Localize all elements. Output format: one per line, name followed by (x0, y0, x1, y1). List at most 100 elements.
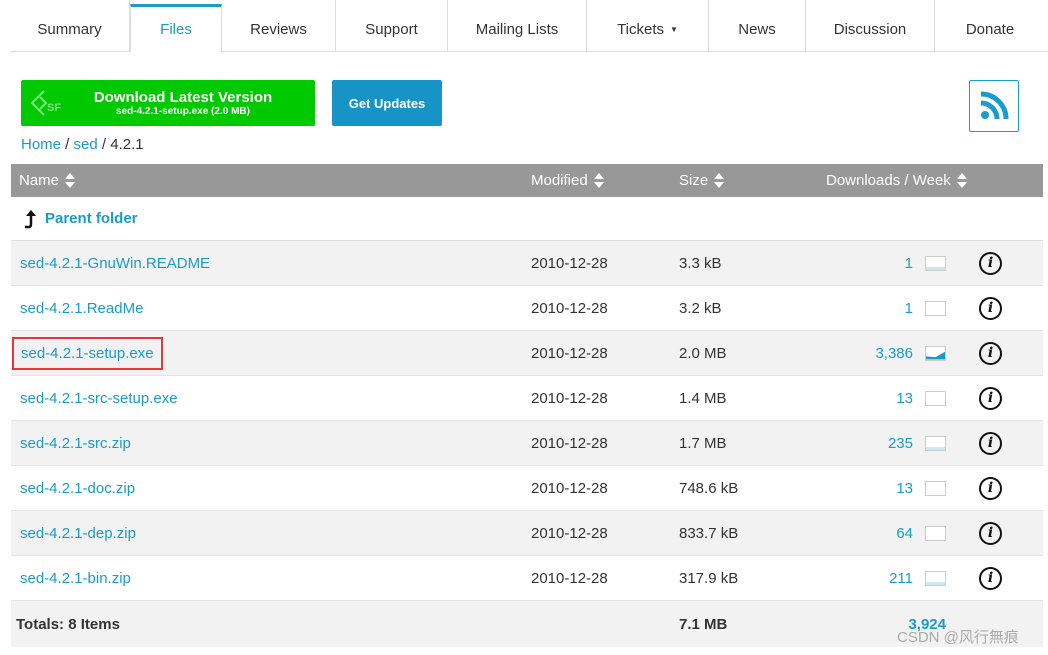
downloads-count[interactable]: 1 (905, 300, 913, 317)
modified-date: 2010-12-28 (531, 389, 608, 407)
file-size: 3.2 kB (679, 299, 722, 317)
file-size: 3.3 kB (679, 254, 722, 272)
modified-date: 2010-12-28 (531, 434, 608, 452)
column-header-name-label: Name (19, 172, 60, 189)
sparkline-chart (925, 300, 946, 316)
tab-reviews[interactable]: Reviews (222, 0, 336, 52)
get-updates-button[interactable]: Get Updates (332, 80, 442, 126)
column-header-downloads-label: Downloads / Week (826, 172, 951, 189)
tab-support[interactable]: Support (336, 0, 448, 52)
breadcrumb: Home / sed / 4.2.1 (21, 136, 144, 153)
breadcrumb-project[interactable]: sed (74, 136, 98, 153)
sourceforge-logo-icon: SF (21, 80, 71, 126)
totals-label: Totals: 8 Items (16, 615, 120, 633)
tab-donate[interactable]: Donate (935, 0, 1045, 52)
info-icon[interactable]: i (979, 296, 1002, 320)
file-link[interactable]: sed-4.2.1.ReadMe (20, 300, 143, 317)
tab-news-label: News (738, 20, 776, 38)
sort-icon (65, 172, 76, 189)
modified-date: 2010-12-28 (531, 299, 608, 317)
table-row: sed-4.2.1-GnuWin.README 2010-12-28 3.3 k… (11, 241, 1043, 286)
file-size: 317.9 kB (679, 569, 739, 587)
downloads-count[interactable]: 13 (896, 480, 913, 497)
tab-summary[interactable]: Summary (10, 0, 130, 52)
sparkline-chart (925, 480, 946, 496)
column-header-downloads[interactable]: Downloads / Week (826, 164, 967, 197)
modified-date: 2010-12-28 (531, 524, 608, 542)
file-link[interactable]: sed-4.2.1-bin.zip (20, 570, 131, 587)
breadcrumb-separator: / (61, 136, 74, 153)
info-icon[interactable]: i (979, 386, 1002, 410)
column-header-size[interactable]: Size (679, 164, 725, 197)
rss-icon (980, 91, 1009, 120)
watermark: CSDN @风行無痕 (897, 629, 1019, 646)
info-icon[interactable]: i (979, 476, 1002, 500)
downloads-count[interactable]: 3,386 (875, 345, 913, 362)
file-link[interactable]: sed-4.2.1-src-setup.exe (20, 390, 178, 407)
column-header-name[interactable]: Name (19, 164, 76, 197)
downloads-count[interactable]: 235 (888, 435, 913, 452)
download-subtitle: sed-4.2.1-setup.exe (2.0 MB) (116, 105, 250, 117)
info-icon[interactable]: i (979, 431, 1002, 455)
parent-folder-link[interactable]: Parent folder (23, 209, 138, 229)
info-icon[interactable]: i (979, 251, 1002, 275)
file-link-highlighted[interactable]: sed-4.2.1-setup.exe (12, 336, 163, 370)
parent-folder-row: Parent folder (11, 197, 1043, 241)
tab-reviews-label: Reviews (250, 20, 307, 38)
up-arrow-icon (25, 209, 36, 228)
tab-summary-label: Summary (37, 20, 102, 38)
sparkline-chart (925, 570, 946, 586)
rss-feed-button[interactable] (969, 80, 1019, 132)
downloads-count[interactable]: 211 (889, 570, 913, 587)
modified-date: 2010-12-28 (531, 479, 608, 497)
breadcrumb-current: 4.2.1 (110, 136, 144, 153)
table-header: Name Modified Size Downloads / Week (11, 164, 1043, 197)
table-row: sed-4.2.1-bin.zip 2010-12-28 317.9 kB 21… (11, 556, 1043, 601)
tab-donate-label: Donate (965, 20, 1015, 38)
file-size: 1.7 MB (679, 434, 727, 452)
file-size: 1.4 MB (679, 389, 727, 407)
table-row: sed-4.2.1-setup.exe 2010-12-28 2.0 MB 3,… (11, 331, 1043, 376)
column-header-modified[interactable]: Modified (531, 164, 604, 197)
info-icon[interactable]: i (979, 521, 1002, 545)
sparkline-chart (925, 255, 946, 271)
tab-mailing-lists[interactable]: Mailing Lists (448, 0, 587, 52)
info-icon[interactable]: i (979, 566, 1002, 590)
table-row: sed-4.2.1-dep.zip 2010-12-28 833.7 kB 64… (11, 511, 1043, 556)
totals-row: Totals: 8 Items 7.1 MB 3,924 (11, 601, 1043, 647)
sparkline-chart (925, 390, 946, 406)
tab-news[interactable]: News (709, 0, 806, 52)
file-link[interactable]: sed-4.2.1-GnuWin.README (20, 255, 210, 272)
tab-mailing-lists-label: Mailing Lists (475, 20, 559, 38)
sparkline-chart (925, 435, 946, 451)
downloads-count[interactable]: 1 (905, 255, 913, 272)
modified-date: 2010-12-28 (531, 344, 608, 362)
sparkline-chart (925, 525, 946, 541)
download-latest-button[interactable]: SF Download Latest Version sed-4.2.1-set… (21, 80, 315, 126)
sort-icon (593, 172, 604, 189)
file-size: 2.0 MB (679, 344, 727, 362)
breadcrumb-home[interactable]: Home (21, 136, 61, 153)
tab-files[interactable]: Files (130, 4, 222, 53)
modified-date: 2010-12-28 (531, 569, 608, 587)
info-icon[interactable]: i (979, 341, 1002, 365)
parent-folder-label: Parent folder (45, 210, 138, 227)
column-header-size-label: Size (679, 172, 709, 189)
breadcrumb-separator: / (97, 136, 111, 153)
downloads-count[interactable]: 64 (896, 525, 913, 542)
file-link[interactable]: sed-4.2.1-dep.zip (20, 525, 136, 542)
tab-support-label: Support (365, 20, 418, 38)
download-title: Download Latest Version (93, 88, 273, 106)
table-row: sed-4.2.1-src.zip 2010-12-28 1.7 MB 235 … (11, 421, 1043, 466)
column-header-modified-label: Modified (531, 172, 588, 189)
tab-tickets[interactable]: Tickets ▼ (587, 0, 709, 52)
file-size: 748.6 kB (679, 479, 739, 497)
tab-discussion[interactable]: Discussion (806, 0, 935, 52)
downloads-count[interactable]: 13 (896, 390, 913, 407)
tab-tickets-label: Tickets (617, 20, 665, 38)
table-row: sed-4.2.1-doc.zip 2010-12-28 748.6 kB 13… (11, 466, 1043, 511)
files-table: Name Modified Size Downloads / Week Pare… (11, 164, 1043, 647)
file-link[interactable]: sed-4.2.1-doc.zip (20, 480, 135, 497)
sort-icon (956, 172, 967, 189)
file-link[interactable]: sed-4.2.1-src.zip (20, 435, 131, 452)
